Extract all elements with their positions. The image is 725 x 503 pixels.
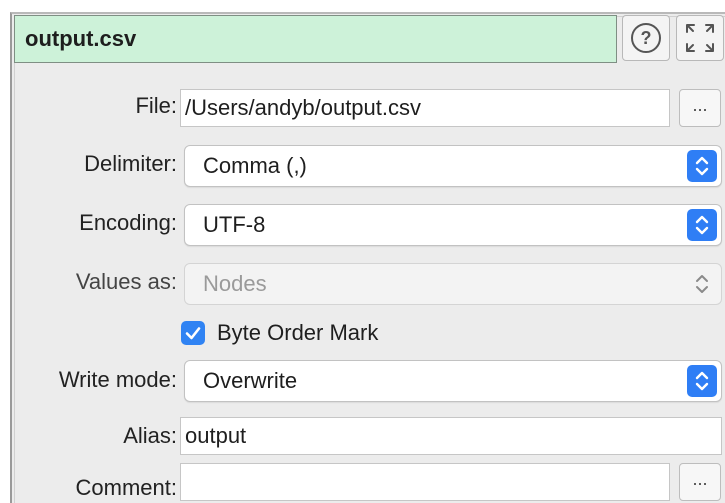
write-mode-select[interactable]: Overwrite [184,360,722,402]
expand-button[interactable] [676,15,724,61]
byte-order-mark-checkbox[interactable] [181,321,205,345]
encoding-value: UTF-8 [203,212,266,237]
write-mode-value: Overwrite [203,368,298,393]
byte-order-mark-label[interactable]: Byte Order Mark [217,317,378,349]
write-mode-stepper[interactable] [687,365,717,397]
file-path-input[interactable]: /Users/andyb/output.csv [180,89,670,127]
encoding-label: Encoding: [79,210,177,235]
encoding-select[interactable]: UTF-8 [184,204,722,246]
alias-label: Alias: [123,423,177,448]
expand-icon [686,24,714,52]
values-as-label: Values as: [75,269,177,294]
values-as-value: Nodes [203,271,267,296]
delimiter-value: Comma (,) [203,153,307,178]
delimiter-stepper[interactable] [687,150,717,182]
panel-title: output.csv [25,26,137,51]
chevron-up-down-icon [695,215,709,235]
alias-input[interactable]: output [180,417,722,455]
chevron-up-down-icon [695,156,709,176]
checkmark-icon [185,327,201,340]
delimiter-label: Delimiter: [84,151,177,176]
write-mode-label: Write mode: [58,367,177,392]
delimiter-select[interactable]: Comma (,) [184,145,722,187]
help-icon: ? [631,23,661,53]
values-as-stepper [687,268,717,300]
comment-label: Comment: [75,475,177,500]
help-button[interactable]: ? [622,15,670,61]
file-label: File: [135,93,177,118]
comment-browse-button[interactable]: ... [679,463,721,501]
chevron-up-down-icon [696,275,708,293]
chevron-up-down-icon [695,371,709,391]
file-browse-button[interactable]: ... [679,89,721,127]
values-as-select: Nodes [184,263,722,305]
panel-title-field[interactable]: output.csv [14,15,617,63]
comment-input[interactable] [180,463,670,501]
encoding-stepper[interactable] [687,209,717,241]
